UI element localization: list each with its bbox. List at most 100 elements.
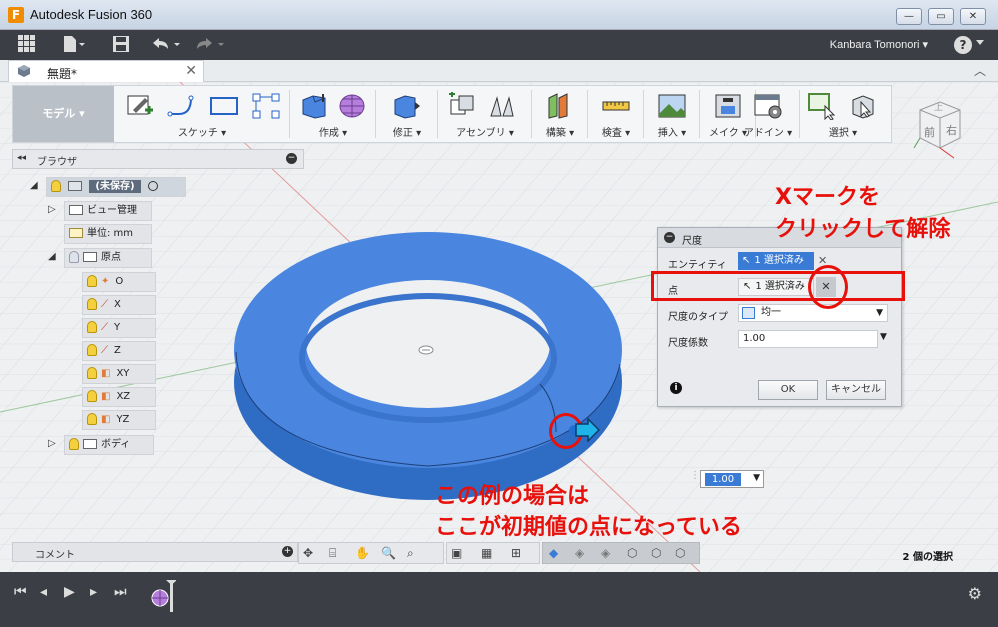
timeline-settings-gear-icon[interactable]: ⚙ — [968, 584, 982, 603]
line-icon — [167, 95, 194, 117]
cancel-button[interactable]: キャンセル — [826, 380, 886, 400]
zoom-icon[interactable]: 🔍 — [381, 546, 396, 560]
scale-type-select[interactable]: 均一 ▼ — [738, 304, 888, 322]
expand-views-icon[interactable]: ▷ — [48, 204, 56, 215]
inspect-group[interactable]: 検査 ▾ — [591, 86, 641, 142]
entity-selection-button[interactable]: ↖ 1 選択済み — [738, 252, 814, 270]
timeline-step-forward-icon[interactable]: ▸ — [90, 584, 97, 600]
visibility-bulb-icon[interactable] — [69, 438, 79, 450]
wireframe-icon[interactable]: ⬡ — [627, 546, 637, 560]
browser-pin-icon[interactable]: − — [286, 153, 297, 164]
pan-icon[interactable]: ✋ — [355, 546, 370, 560]
expand-origin-icon[interactable]: ◢ — [48, 251, 56, 262]
undo-icon[interactable] — [150, 35, 184, 55]
document-cube-icon — [17, 64, 31, 81]
collapse-tabs-icon[interactable]: ︿ — [974, 62, 986, 79]
user-account-menu[interactable]: Kanbara Tomonori ▾ — [830, 38, 928, 51]
grid-settings-icon[interactable]: ▦ — [481, 546, 492, 560]
tree-item-x-axis[interactable]: ⟋ X — [82, 295, 156, 315]
sketch-group[interactable]: スケッチ ▾ — [117, 86, 287, 142]
torus-body[interactable] — [234, 232, 622, 500]
expand-bodies-icon[interactable]: ▷ — [48, 438, 56, 449]
data-panel-grid-icon[interactable] — [18, 35, 36, 55]
select-group[interactable]: 選択 ▾ — [803, 86, 883, 142]
view-cube-top[interactable]: 上 — [934, 100, 943, 113]
addins-group[interactable]: アドイン ▾ — [743, 86, 793, 142]
help-icon[interactable]: ? — [954, 36, 972, 54]
comment-bar[interactable]: コメント + — [12, 542, 298, 562]
tree-item-z-axis[interactable]: ⟋ Z — [82, 341, 156, 361]
collapse-browser-icon[interactable]: ◂◂ — [17, 153, 26, 163]
timeline-end-icon[interactable]: ⏭ — [114, 584, 127, 600]
add-comment-icon[interactable]: + — [282, 546, 293, 557]
browser-title: ブラウザ — [37, 157, 77, 168]
timeline-feature-form-icon[interactable] — [150, 578, 177, 615]
minimize-button[interactable]: — — [896, 8, 922, 25]
info-icon[interactable]: i — [670, 382, 682, 394]
visibility-bulb-icon[interactable] — [87, 275, 97, 287]
display-settings-icon[interactable]: ▣ — [451, 546, 462, 560]
visible-edges-icon[interactable]: ⬡ — [675, 546, 685, 560]
activate-radio-icon[interactable] — [147, 181, 158, 191]
folder-icon — [69, 205, 83, 215]
maximize-button[interactable]: ▭ — [928, 8, 954, 25]
document-tab[interactable]: 無題* ✕ — [8, 60, 204, 82]
look-at-icon[interactable]: ⌸ — [329, 546, 336, 561]
timeline-step-back-icon[interactable]: ◂ — [40, 584, 47, 600]
file-menu-icon[interactable] — [62, 35, 86, 55]
visibility-bulb-icon[interactable] — [87, 344, 97, 356]
point-row-highlight — [651, 271, 905, 301]
tree-item-xy-plane[interactable]: ◧ XY — [82, 364, 156, 384]
visibility-bulb-icon[interactable] — [87, 298, 97, 310]
assemble-group[interactable]: アセンブリ ▾ — [441, 86, 529, 142]
document-tab-label: 無題* — [47, 67, 78, 81]
tree-root-label: (未保存) — [89, 180, 141, 193]
tree-root-item[interactable]: (未保存) — [46, 177, 186, 197]
tree-item-y-axis[interactable]: ⟋ Y — [82, 318, 156, 338]
insert-group-label: 挿入 ▾ — [657, 128, 687, 139]
tree-item-units[interactable]: 単位: mm — [64, 224, 152, 244]
wireframe-hidden-icon[interactable]: ⬡ — [651, 546, 661, 560]
visibility-bulb-icon[interactable] — [51, 180, 61, 192]
tree-item-named-views[interactable]: ビュー管理 — [64, 201, 152, 221]
view-cube-right[interactable]: 右 — [946, 122, 957, 138]
expand-root-icon[interactable]: ◢ — [30, 180, 38, 191]
workspace-switcher[interactable]: モデル ▾ — [13, 86, 114, 142]
dialog-collapse-icon[interactable]: − — [664, 232, 675, 243]
visibility-bulb-icon[interactable] — [87, 413, 97, 425]
visibility-bulb-icon[interactable] — [87, 321, 97, 333]
canvas-value-input[interactable]: 1.00 ▼ — [700, 470, 764, 488]
visibility-bulb-icon[interactable] — [87, 390, 97, 402]
scale-factor-input[interactable]: 1.00 — [738, 330, 878, 348]
tree-item-origin-point[interactable]: ✦ O — [82, 272, 156, 292]
redo-icon[interactable] — [194, 35, 228, 55]
hidden-edges-icon[interactable]: ◈ — [601, 546, 610, 560]
tree-item-yz-plane[interactable]: ◧ YZ — [82, 410, 156, 430]
shaded-edges-icon[interactable]: ◈ — [575, 546, 584, 560]
browser-panel-header[interactable]: ◂◂ ブラウザ − — [12, 149, 304, 169]
insert-group[interactable]: 挿入 ▾ — [647, 86, 697, 142]
visibility-bulb-icon[interactable] — [87, 367, 97, 379]
visibility-bulb-icon[interactable] — [69, 251, 79, 263]
shaded-icon[interactable]: ◆ — [549, 546, 558, 560]
tree-item-xz-plane[interactable]: ◧ XZ — [82, 387, 156, 407]
manipulator-arrow-icon[interactable] — [566, 417, 601, 445]
viewports-icon[interactable]: ⊞ — [511, 546, 521, 560]
create-group[interactable]: 作成 ▾ — [293, 86, 373, 142]
close-tab-icon[interactable]: ✕ — [185, 63, 197, 79]
timeline-play-icon[interactable]: ▶ — [64, 584, 75, 600]
construct-group[interactable]: 構築 ▾ — [535, 86, 585, 142]
scale-factor-dropdown-icon[interactable]: ▼ — [880, 332, 887, 342]
tree-item-bodies[interactable]: ボディ — [64, 435, 154, 455]
modify-group[interactable]: 修正 ▾ — [379, 86, 435, 142]
save-icon[interactable] — [112, 35, 130, 55]
orbit-icon[interactable]: ✥ — [303, 546, 313, 560]
close-window-button[interactable]: ✕ — [960, 8, 986, 25]
ok-button[interactable]: OK — [758, 380, 818, 400]
view-cube[interactable]: 上 前 右 — [910, 92, 970, 162]
help-dropdown-icon[interactable] — [976, 40, 984, 45]
tree-item-origin[interactable]: 原点 — [64, 248, 152, 268]
view-cube-front[interactable]: 前 — [924, 124, 935, 140]
timeline-start-icon[interactable]: ⏮ — [14, 584, 27, 600]
fit-icon[interactable]: ⌕ — [407, 546, 414, 561]
